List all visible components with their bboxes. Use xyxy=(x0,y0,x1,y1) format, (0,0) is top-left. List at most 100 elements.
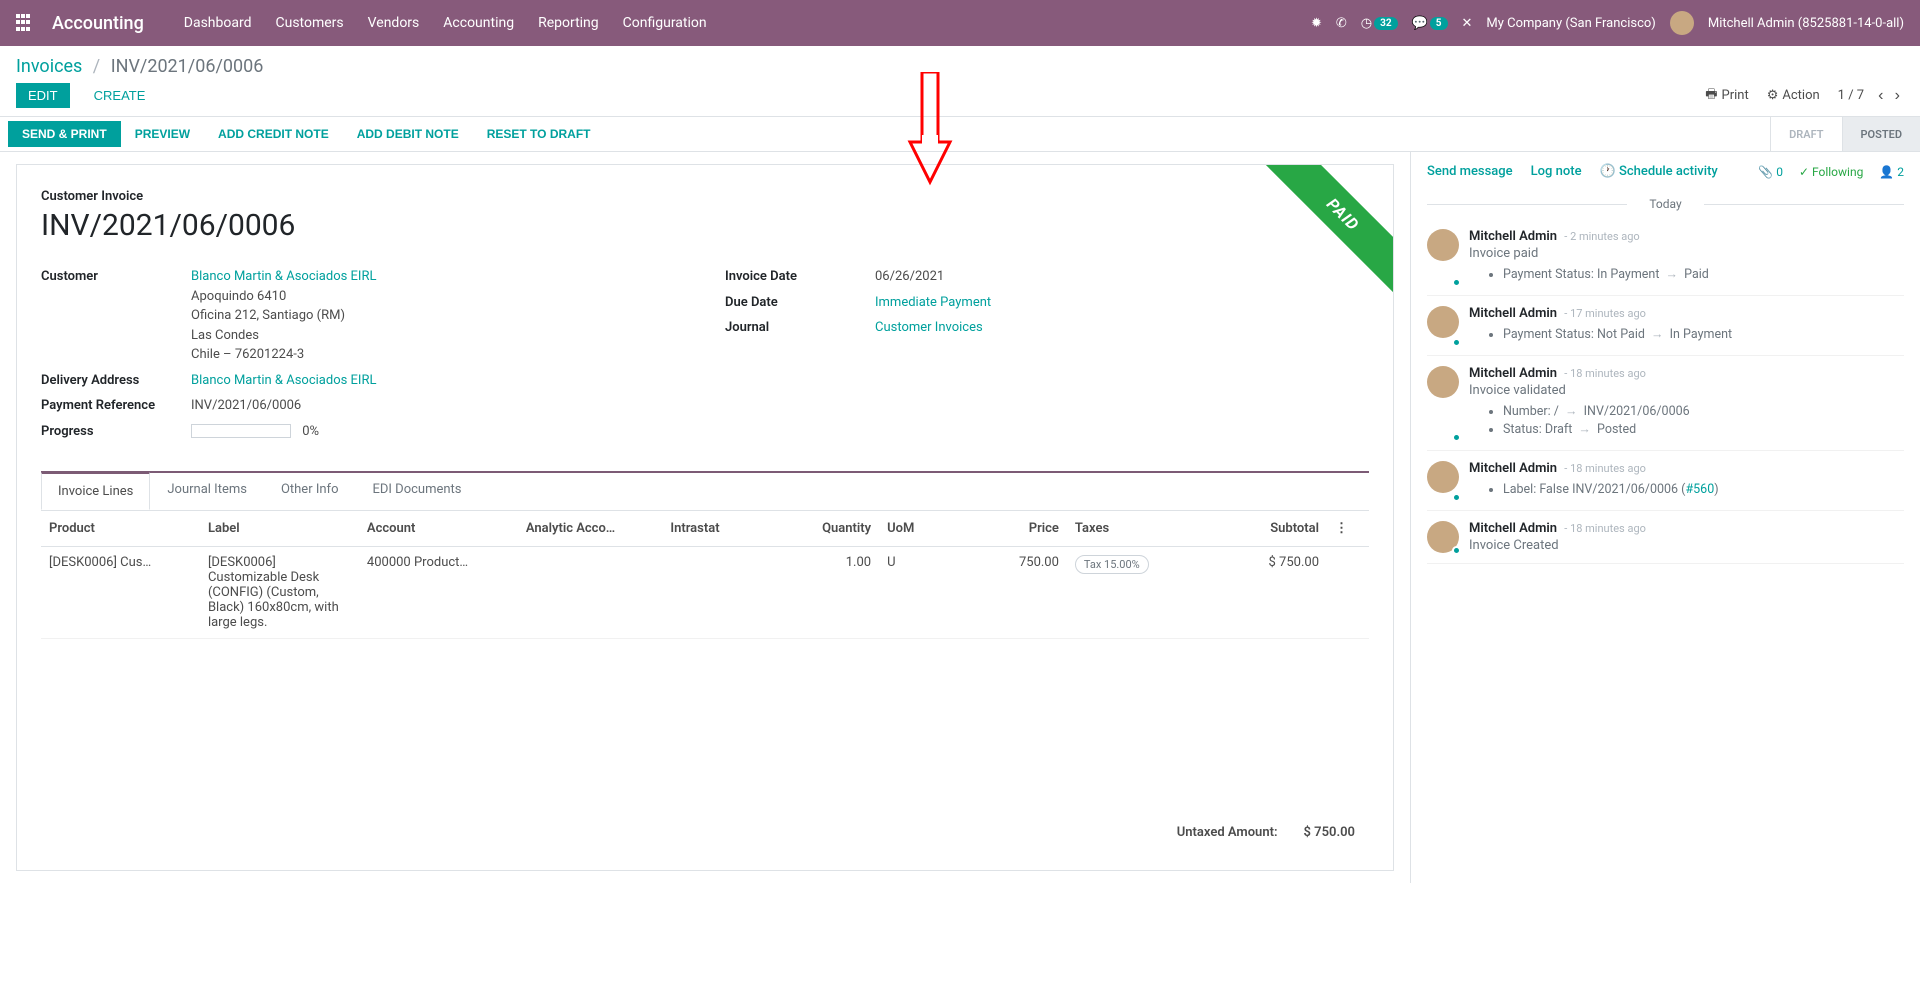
nav-configuration[interactable]: Configuration xyxy=(623,15,707,31)
message-avatar xyxy=(1427,306,1459,345)
tab-other-info[interactable]: Other Info xyxy=(264,472,356,510)
message-changes: Payment Status: In Payment → Paid xyxy=(1503,267,1904,282)
bug-icon[interactable]: ✹ xyxy=(1311,16,1322,31)
journal-link[interactable]: Customer Invoices xyxy=(875,320,983,335)
log-note-button[interactable]: Log note xyxy=(1531,164,1582,179)
pager-prev[interactable]: ‹ xyxy=(1874,85,1887,107)
message-changes: Payment Status: Not Paid → In Payment xyxy=(1503,327,1904,342)
delivery-link[interactable]: Blanco Martin & Asociados EIRL xyxy=(191,373,377,388)
message-avatar xyxy=(1427,521,1459,553)
action-button[interactable]: ⚙ Action xyxy=(1767,88,1820,103)
change-link[interactable]: #560 xyxy=(1685,482,1714,497)
th-label[interactable]: Label xyxy=(200,511,359,547)
tools-icon[interactable]: ✕ xyxy=(1462,16,1473,31)
status-posted[interactable]: POSTED xyxy=(1842,117,1920,151)
chatter-message: Mitchell Admin - 18 minutes ago Label: F… xyxy=(1427,451,1904,511)
reset-to-draft-button[interactable]: RESET TO DRAFT xyxy=(473,121,605,147)
payref-label: Payment Reference xyxy=(41,396,191,416)
form-sheet: PAID Customer Invoice INV/2021/06/0006 C… xyxy=(16,164,1394,871)
cell-analytic xyxy=(518,547,663,639)
nav-customers[interactable]: Customers xyxy=(276,15,344,31)
th-taxes[interactable]: Taxes xyxy=(1067,511,1197,547)
chatter-message: Mitchell Admin - 18 minutes ago Invoice … xyxy=(1427,356,1904,451)
invoice-lines-table: Product Label Account Analytic Acco… Int… xyxy=(41,511,1369,639)
th-analytic[interactable]: Analytic Acco… xyxy=(518,511,663,547)
presence-icon xyxy=(1452,278,1461,287)
chatter-message: Mitchell Admin - 18 minutes ago Invoice … xyxy=(1427,511,1904,564)
user-avatar-icon[interactable] xyxy=(1670,11,1694,35)
customer-addr2: Oficina 212, Santiago (RM) xyxy=(191,308,345,323)
cell-account: 400000 Product… xyxy=(359,547,518,639)
followers-count[interactable]: 👤 2 xyxy=(1879,165,1904,179)
schedule-activity-button[interactable]: 🕐 Schedule activity xyxy=(1600,164,1718,179)
clock-badge: 32 xyxy=(1374,17,1397,30)
send-print-button[interactable]: SEND & PRINT xyxy=(8,121,121,147)
nav-dashboard[interactable]: Dashboard xyxy=(184,15,252,31)
presence-icon xyxy=(1452,433,1461,442)
message-author: Mitchell Admin xyxy=(1469,229,1557,244)
change-item: Payment Status: Not Paid → In Payment xyxy=(1503,327,1904,342)
chat-icon[interactable]: 💬5 xyxy=(1412,16,1448,31)
clock-icon[interactable]: ◷32 xyxy=(1361,16,1398,31)
cell-subtotal: $ 750.00 xyxy=(1197,547,1327,639)
user-name[interactable]: Mitchell Admin (8525881-14-0-all) xyxy=(1708,16,1904,31)
breadcrumb-parent[interactable]: Invoices xyxy=(16,56,82,77)
table-row[interactable]: [DESK0006] Cus… [DESK0006] Customizable … xyxy=(41,547,1369,639)
message-time: - 2 minutes ago xyxy=(1564,230,1639,243)
message-author: Mitchell Admin xyxy=(1469,461,1557,476)
attachments-count[interactable]: 📎 0 xyxy=(1758,165,1783,179)
apps-icon[interactable] xyxy=(16,14,34,32)
print-icon: 🖶 xyxy=(1705,85,1717,107)
invoice-date-label: Invoice Date xyxy=(725,267,875,287)
th-account[interactable]: Account xyxy=(359,511,518,547)
change-item: Status: Draft → Posted xyxy=(1503,422,1904,437)
journal-label: Journal xyxy=(725,318,875,338)
th-uom[interactable]: UoM xyxy=(879,511,966,547)
nav-vendors[interactable]: Vendors xyxy=(368,15,420,31)
th-product[interactable]: Product xyxy=(41,511,200,547)
th-subtotal[interactable]: Subtotal xyxy=(1197,511,1327,547)
following-button[interactable]: Following xyxy=(1799,165,1863,179)
pager-value: 1 / 7 xyxy=(1838,88,1864,103)
message-author: Mitchell Admin xyxy=(1469,366,1557,381)
due-date-link[interactable]: Immediate Payment xyxy=(875,295,991,310)
change-item: Number: / → INV/2021/06/0006 xyxy=(1503,404,1904,419)
create-button[interactable]: CREATE xyxy=(82,83,158,108)
th-quantity[interactable]: Quantity xyxy=(778,511,879,547)
print-button[interactable]: 🖶 Print xyxy=(1705,85,1748,107)
tab-edi-documents[interactable]: EDI Documents xyxy=(355,472,478,510)
cell-taxes: Tax 15.00% xyxy=(1067,547,1197,639)
chat-badge: 5 xyxy=(1430,17,1448,30)
message-time: - 18 minutes ago xyxy=(1564,367,1646,380)
nav-accounting[interactable]: Accounting xyxy=(443,15,514,31)
customer-link[interactable]: Blanco Martin & Asociados EIRL xyxy=(191,269,377,284)
status-draft[interactable]: DRAFT xyxy=(1770,117,1841,151)
untaxed-value: $ 750.00 xyxy=(1292,821,1368,844)
avatar-icon xyxy=(1427,306,1459,338)
preview-button[interactable]: PREVIEW xyxy=(121,121,204,147)
app-brand[interactable]: Accounting xyxy=(52,13,144,34)
th-intrastat[interactable]: Intrastat xyxy=(662,511,778,547)
breadcrumb: Invoices / INV/2021/06/0006 xyxy=(16,56,1904,77)
tab-journal-items[interactable]: Journal Items xyxy=(150,472,264,510)
chatter: Send message Log note 🕐 Schedule activit… xyxy=(1410,152,1920,883)
add-debit-note-button[interactable]: ADD DEBIT NOTE xyxy=(343,121,473,147)
add-credit-note-button[interactable]: ADD CREDIT NOTE xyxy=(204,121,343,147)
cell-price: 750.00 xyxy=(966,547,1067,639)
gear-icon: ⚙ xyxy=(1767,88,1779,103)
edit-button[interactable]: EDIT xyxy=(16,83,70,108)
message-note: Invoice paid xyxy=(1469,246,1904,261)
message-author: Mitchell Admin xyxy=(1469,521,1557,536)
th-price[interactable]: Price xyxy=(966,511,1067,547)
phone-icon[interactable]: ✆ xyxy=(1336,16,1347,31)
nav-reporting[interactable]: Reporting xyxy=(538,15,599,31)
customer-addr1: Apoquindo 6410 xyxy=(191,289,286,304)
presence-icon xyxy=(1452,338,1461,347)
tabs: Invoice Lines Journal Items Other Info E… xyxy=(41,471,1369,511)
presence-icon xyxy=(1452,546,1461,555)
company-name[interactable]: My Company (San Francisco) xyxy=(1486,16,1655,31)
tab-invoice-lines[interactable]: Invoice Lines xyxy=(41,472,150,510)
pager-next[interactable]: › xyxy=(1891,85,1904,107)
th-kebab[interactable]: ⋮ xyxy=(1327,511,1369,547)
send-message-button[interactable]: Send message xyxy=(1427,164,1513,179)
